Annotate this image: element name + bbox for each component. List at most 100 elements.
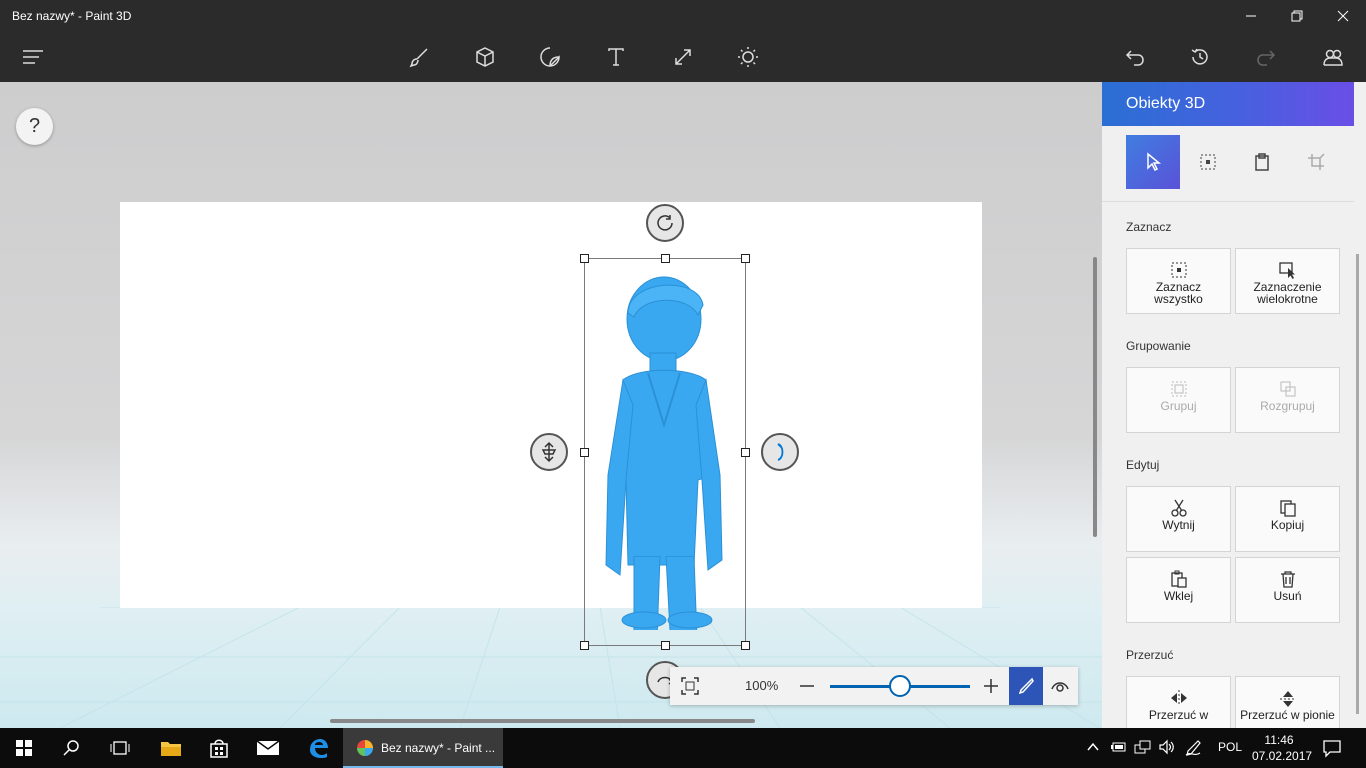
tab-select[interactable] <box>1126 135 1180 189</box>
cut-button[interactable]: Wytnij <box>1126 486 1231 552</box>
zoom-out-button[interactable] <box>798 677 816 700</box>
delete-button[interactable]: Usuń <box>1235 557 1340 623</box>
depth-gizmo[interactable] <box>530 433 568 471</box>
resize-handle-bottom-left[interactable] <box>580 641 589 650</box>
vertical-scrollbar[interactable] <box>1093 257 1097 537</box>
undo-button[interactable] <box>1118 40 1152 74</box>
pen-workspace-button[interactable] <box>1184 739 1202 762</box>
flip-vertical-label: Przerzuć w pionie <box>1240 708 1335 722</box>
tray-expand-button[interactable] <box>1086 740 1100 759</box>
section-select-label: Zaznacz <box>1126 220 1172 234</box>
restore-button[interactable] <box>1274 0 1320 32</box>
minimize-button[interactable] <box>1228 0 1274 32</box>
zoom-in-button[interactable] <box>982 677 1000 700</box>
resize-handle-bottom-right[interactable] <box>741 641 750 650</box>
horizontal-scrollbar[interactable] <box>330 719 755 723</box>
plus-icon <box>984 679 998 693</box>
flip-horizontal-button[interactable]: Przerzuć w <box>1126 676 1231 728</box>
mail-icon <box>256 740 280 755</box>
effects-tool-button[interactable] <box>731 40 765 74</box>
volume-indicator[interactable] <box>1158 739 1176 760</box>
canvas-tool-button[interactable] <box>666 40 700 74</box>
trash-icon <box>1280 571 1295 588</box>
flip-vertical-button[interactable]: Przerzuć w pionie <box>1235 676 1340 728</box>
redo-button[interactable] <box>1249 40 1283 74</box>
panel-scrollbar[interactable] <box>1356 254 1359 714</box>
copy-icon <box>1279 500 1296 517</box>
community-button[interactable] <box>1316 40 1350 74</box>
help-button[interactable]: ? <box>16 108 53 145</box>
resize-handle-top-left[interactable] <box>580 254 589 263</box>
resize-handle-top-right[interactable] <box>741 254 750 263</box>
resize-handle-bottom[interactable] <box>661 641 670 650</box>
stickers-tool-button[interactable] <box>533 40 567 74</box>
close-button[interactable] <box>1320 0 1366 32</box>
fit-screen-icon <box>681 677 699 695</box>
fit-to-screen-button[interactable] <box>680 676 700 701</box>
pen-mode-button[interactable] <box>1009 667 1043 705</box>
notification-icon <box>1323 740 1341 758</box>
section-flip-label: Przerzuć <box>1126 648 1174 662</box>
network-indicator[interactable] <box>1134 739 1152 760</box>
copy-label: Kopiuj <box>1270 518 1305 532</box>
resize-handle-left[interactable] <box>580 448 589 457</box>
tab-marquee[interactable] <box>1181 135 1235 189</box>
depth-move-icon <box>541 441 557 463</box>
cut-label: Wytnij <box>1162 518 1195 532</box>
clock-time: 11:46 <box>1264 733 1294 747</box>
task-view-button[interactable] <box>96 728 144 768</box>
copy-button[interactable]: Kopiuj <box>1235 486 1340 552</box>
group-button[interactable]: Grupuj <box>1126 367 1231 433</box>
battery-indicator[interactable] <box>1110 740 1128 759</box>
history-button[interactable] <box>1183 40 1217 74</box>
resize-handle-right[interactable] <box>741 448 750 457</box>
action-center-button[interactable] <box>1322 738 1342 763</box>
rotate-z-gizmo[interactable] <box>646 204 684 242</box>
start-button[interactable] <box>0 728 48 768</box>
paste-button[interactable]: Wklej <box>1126 557 1231 623</box>
taskbar: Bez nazwy* - Paint ... POL 11:46 07.02.2… <box>0 728 1366 768</box>
window-title: Bez nazwy* - Paint 3D <box>12 9 132 23</box>
3d-shapes-tool-button[interactable] <box>468 40 502 74</box>
store-button[interactable] <box>195 728 243 768</box>
ungroup-button[interactable]: Rozgrupuj <box>1235 367 1340 433</box>
edge-button[interactable] <box>294 728 342 768</box>
sticker-icon <box>540 47 560 67</box>
tab-clipboard[interactable] <box>1235 135 1289 189</box>
scissors-icon <box>1170 499 1187 517</box>
selection-box[interactable] <box>584 258 746 646</box>
zoom-bar: 100% <box>670 667 1078 705</box>
search-button[interactable] <box>48 728 96 768</box>
view-3d-button[interactable] <box>1050 677 1070 700</box>
select-all-button[interactable]: Zaznacz wszystko <box>1126 248 1231 314</box>
clock[interactable]: 11:46 07.02.2017 <box>1252 732 1312 764</box>
network-icon <box>1134 740 1151 754</box>
rotate-y-gizmo[interactable] <box>761 433 799 471</box>
mail-button[interactable] <box>244 728 292 768</box>
rotate-y-icon <box>777 443 784 461</box>
menu-button[interactable] <box>16 40 50 74</box>
panel-header: Obiekty 3D <box>1102 82 1354 126</box>
eye-icon <box>1051 682 1069 692</box>
taskbar-app-paint3d[interactable]: Bez nazwy* - Paint ... <box>343 728 503 768</box>
brush-icon <box>409 48 428 68</box>
text-tool-button[interactable] <box>599 40 633 74</box>
close-icon <box>1337 10 1349 22</box>
tab-crop[interactable] <box>1289 135 1343 189</box>
multi-select-button[interactable]: Zaznaczenie wielokrotne <box>1235 248 1340 314</box>
resize-handle-top[interactable] <box>661 254 670 263</box>
drawing-canvas[interactable] <box>120 202 982 608</box>
canvas-workspace[interactable]: ? 100% <box>0 82 1102 728</box>
speaker-icon <box>1159 739 1174 755</box>
flip-horizontal-label: Przerzuć w <box>1148 708 1209 722</box>
zoom-slider-thumb[interactable] <box>889 675 911 697</box>
file-explorer-button[interactable] <box>147 728 195 768</box>
3d-cube-icon <box>476 47 494 67</box>
minimize-icon <box>1246 15 1256 17</box>
brushes-tool-button[interactable] <box>402 40 436 74</box>
language-indicator[interactable]: POL <box>1218 740 1242 754</box>
effects-sun-icon <box>738 47 758 67</box>
marquee-select-icon <box>1200 154 1216 170</box>
help-label: ? <box>28 115 41 137</box>
taskbar-app-label: Bez nazwy* - Paint ... <box>381 741 496 755</box>
